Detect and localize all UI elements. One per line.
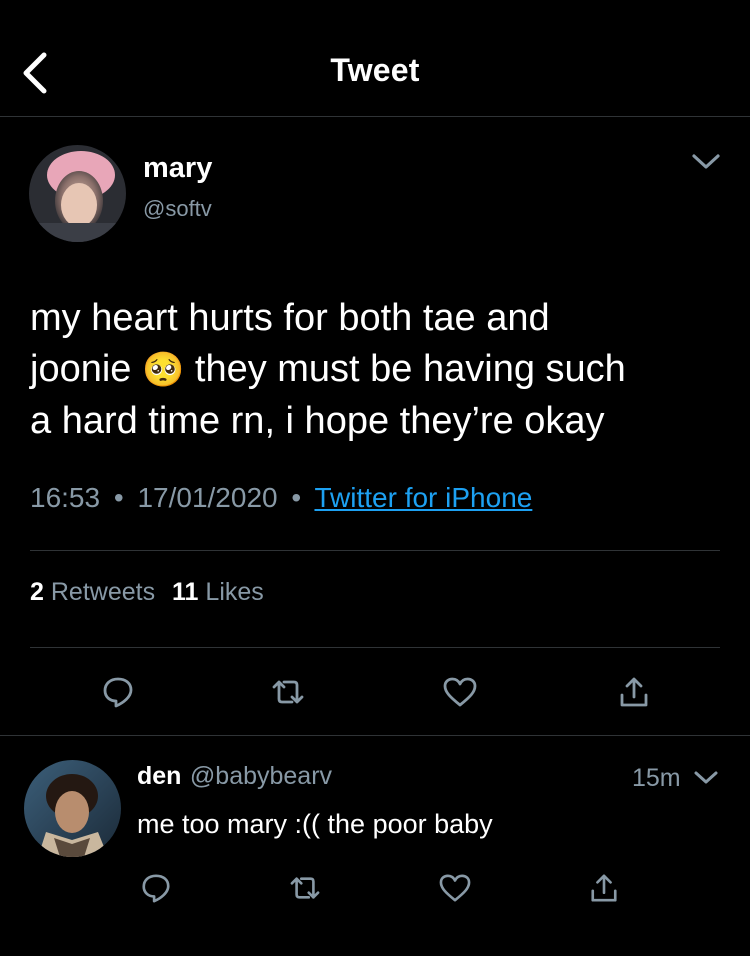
tweet-source-link[interactable]: Twitter for iPhone	[314, 482, 532, 513]
reply-timestamp: 15m	[632, 764, 681, 792]
like-button[interactable]	[438, 670, 482, 714]
retweet-icon	[272, 680, 304, 704]
heart-icon	[439, 874, 471, 902]
tweet-date: 17/01/2020	[137, 482, 278, 513]
reply-retweet-button[interactable]	[283, 866, 327, 910]
heart-icon	[443, 677, 477, 707]
reply-header: den @babybearv	[137, 762, 332, 791]
tweet-text-line: joonie 🥺 they must be having such	[30, 344, 730, 396]
retweet-icon	[290, 877, 320, 899]
reply-icon	[142, 874, 170, 903]
retweets-label: Retweets	[50, 578, 156, 606]
tweet-menu-button[interactable]	[684, 146, 728, 178]
reply-text: me too mary :(( the poor baby	[137, 809, 493, 839]
section-divider	[0, 735, 750, 736]
pleading-face-emoji: 🥺	[141, 351, 185, 389]
divider	[30, 647, 720, 648]
tweet-text-fragment: they must be having such	[194, 348, 626, 390]
reply-author-name[interactable]: den	[137, 762, 181, 790]
author-avatar[interactable]	[29, 145, 126, 242]
tweet-time: 16:53	[30, 482, 101, 513]
likes-count: 11	[172, 578, 199, 606]
author-name[interactable]: mary	[143, 152, 212, 185]
tweet-text-fragment: joonie	[30, 348, 132, 390]
retweet-button[interactable]	[266, 670, 310, 714]
reply-author-handle[interactable]: @babybearv	[190, 762, 332, 790]
meta-separator: •	[291, 482, 302, 513]
page-title: Tweet	[330, 52, 420, 88]
chevron-down-icon	[694, 771, 718, 784]
tweet-text: my heart hurts for both tae and joonie 🥺…	[30, 293, 730, 447]
divider	[30, 550, 720, 551]
tweet-stats: 2 Retweets 11 Likes	[30, 578, 264, 607]
share-icon	[591, 874, 617, 902]
reply-author-avatar[interactable]	[24, 760, 121, 857]
likes-stat[interactable]: 11 Likes	[172, 578, 264, 606]
meta-separator: •	[113, 482, 124, 513]
likes-label: Likes	[205, 578, 264, 606]
share-button[interactable]	[612, 670, 656, 714]
chevron-down-icon	[692, 154, 720, 169]
reply-icon	[103, 677, 133, 708]
reply-reply-button[interactable]	[134, 866, 178, 910]
reply-menu-button[interactable]	[688, 764, 724, 792]
reply-share-button[interactable]	[582, 866, 626, 910]
reply-button[interactable]	[96, 670, 140, 714]
retweets-stat[interactable]: 2 Retweets	[30, 578, 155, 606]
reply-like-button[interactable]	[433, 866, 477, 910]
author-handle[interactable]: @softv	[143, 196, 212, 222]
tweet-text-line: a hard time rn, i hope they’re okay	[30, 400, 605, 442]
share-icon	[620, 677, 648, 707]
tweet-text-line: my heart hurts for both tae and	[30, 297, 550, 339]
retweets-count: 2	[30, 578, 44, 606]
tweet-meta: 16:53 • 17/01/2020 • Twitter for iPhone	[30, 482, 532, 514]
